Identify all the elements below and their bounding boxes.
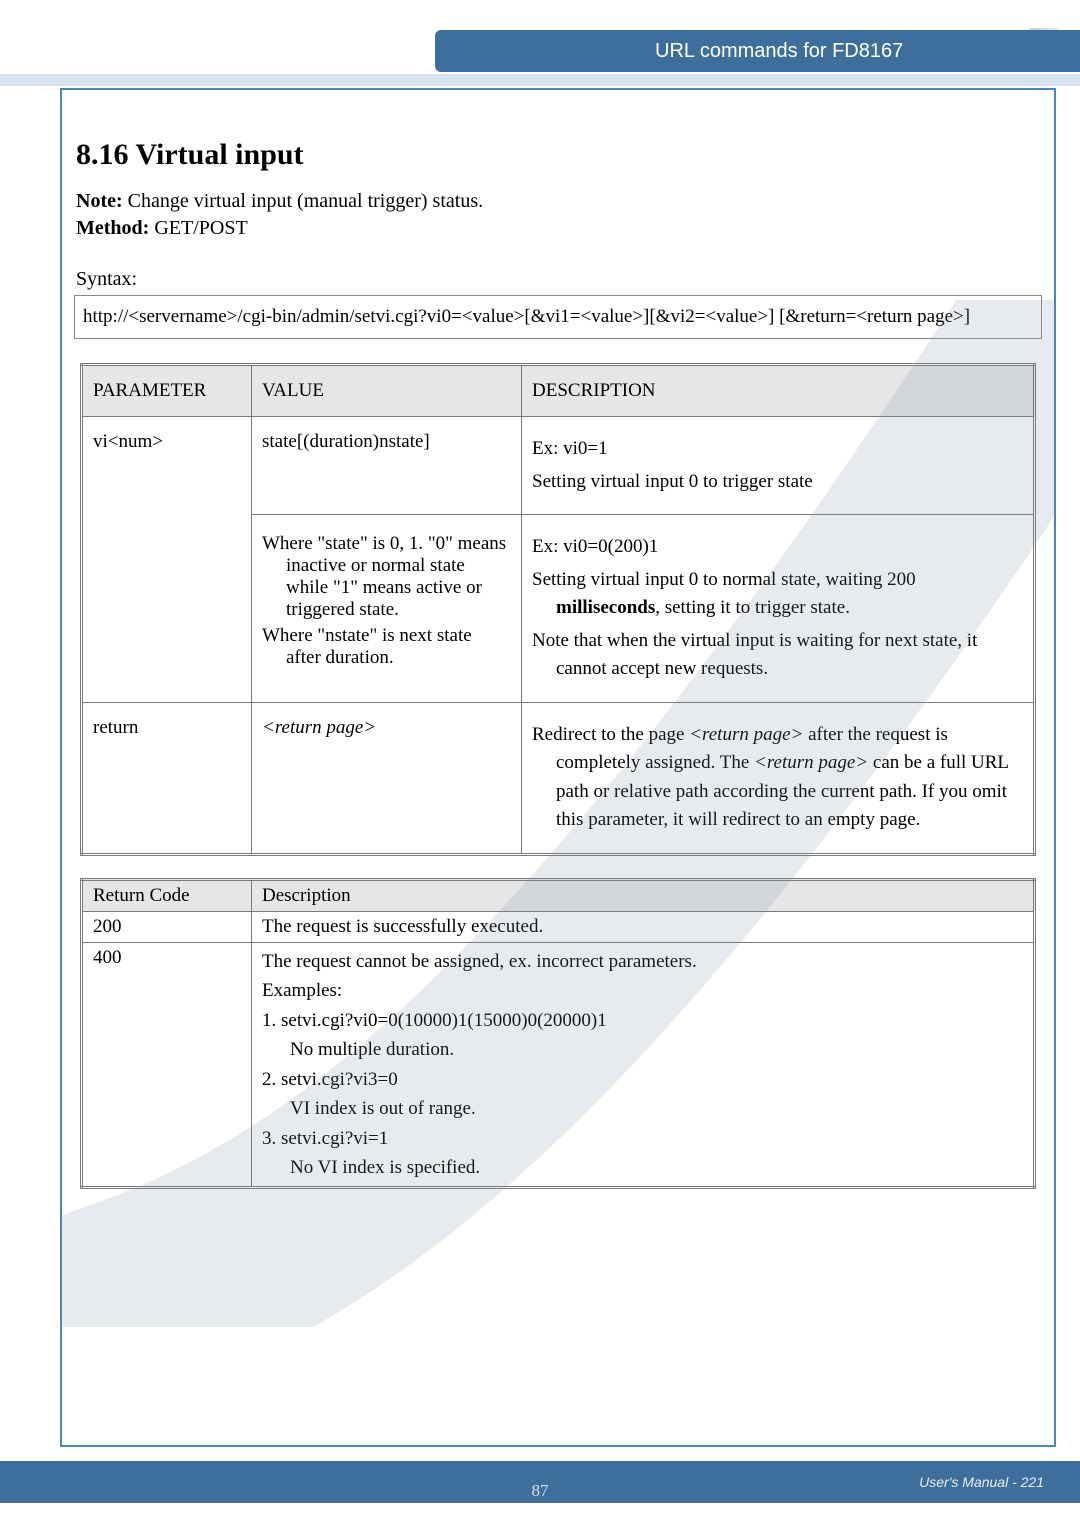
param-cell: return [82,702,252,854]
table-row: 400 The request cannot be assigned, ex. … [82,942,1035,1188]
desc-line: VI index is out of range. [262,1094,1023,1123]
desc-line: Examples: [262,976,1023,1005]
col-description: Description [252,879,1035,911]
desc-cell: The request cannot be assigned, ex. inco… [252,942,1035,1188]
value-cell: Where "state" is 0, 1. "0" means inactiv… [252,515,522,703]
code-cell: 200 [82,911,252,942]
code-cell: 400 [82,942,252,1188]
method-line: Method: GET/POST [76,217,1042,240]
desc-italic: <return page> [754,752,868,773]
footer-bar: 87 User's Manual - 221 [0,1461,1080,1503]
syntax-label: Syntax: [76,268,1042,291]
value-italic: <return page> [262,717,376,738]
desc-bold: milliseconds [556,597,655,618]
table-row: Return Code Description [82,879,1035,911]
param-cell: vi<num> [82,417,252,703]
table-row: PARAMETER VALUE DESCRIPTION [82,365,1035,417]
return-code-table: Return Code Description 200 The request … [80,878,1036,1190]
value-line: Where "nstate" is next state after durat… [262,625,511,669]
header-bar: URL commands for FD8167 [435,30,1080,72]
col-value: VALUE [252,365,522,417]
desc-line: Note that when the virtual input is wait… [532,627,1023,684]
desc-text: , setting it to trigger state. [655,597,850,618]
table-row: vi<num> state[(duration)nstate] Ex: vi0=… [82,417,1035,515]
desc-text: Setting virtual input 0 to normal state,… [532,569,916,590]
method-label: Method: [76,217,149,239]
note-text: Change virtual input (manual trigger) st… [123,190,483,212]
syntax-text: http://<servername>/cgi-bin/admin/setvi.… [83,306,970,327]
desc-line: 3. setvi.cgi?vi=1 [262,1124,1023,1153]
desc-line: No multiple duration. [262,1035,1023,1064]
method-text: GET/POST [149,217,247,239]
desc-line: No VI index is specified. [262,1153,1023,1182]
desc-text: Redirect to the page [532,724,689,745]
col-parameter: PARAMETER [82,365,252,417]
value-line: Where "state" is 0, 1. "0" means inactiv… [262,533,511,621]
desc-line: The request cannot be assigned, ex. inco… [262,947,1023,976]
header-stripe [0,74,1080,86]
table-row: return <return page> Redirect to the pag… [82,702,1035,854]
desc-line: Ex: vi0=1 [532,435,1023,464]
desc-cell: Ex: vi0=0(200)1 Setting virtual input 0 … [522,515,1035,703]
footer-manual-label: User's Manual - 221 [919,1474,1044,1490]
desc-line: 2. setvi.cgi?vi3=0 [262,1065,1023,1094]
footer-page-number: 87 [532,1481,549,1501]
desc-line: Ex: vi0=0(200)1 [532,533,1023,562]
syntax-box: http://<servername>/cgi-bin/admin/setvi.… [74,295,1042,339]
desc-line: Setting virtual input 0 to normal state,… [532,566,1023,623]
desc-line: 1. setvi.cgi?vi0=0(10000)1(15000)0(20000… [262,1006,1023,1035]
content-frame: 8.16 Virtual input Note: Change virtual … [60,88,1056,1447]
note-label: Note: [76,190,123,212]
parameter-table: PARAMETER VALUE DESCRIPTION vi<num> stat… [80,363,1036,856]
value-cell: <return page> [252,702,522,854]
desc-line: Redirect to the page <return page> after… [532,721,1023,835]
value-cell: state[(duration)nstate] [252,417,522,515]
table-row: 200 The request is successfully executed… [82,911,1035,942]
col-description: DESCRIPTION [522,365,1035,417]
desc-cell: Redirect to the page <return page> after… [522,702,1035,854]
note-line: Note: Change virtual input (manual trigg… [76,190,1042,213]
desc-cell: Ex: vi0=1 Setting virtual input 0 to tri… [522,417,1035,515]
desc-cell: The request is successfully executed. [252,911,1035,942]
desc-line: Setting virtual input 0 to trigger state [532,468,1023,497]
header-title: URL commands for FD8167 [655,40,903,63]
col-return-code: Return Code [82,879,252,911]
desc-italic: <return page> [689,724,803,745]
section-heading: 8.16 Virtual input [76,138,1042,172]
